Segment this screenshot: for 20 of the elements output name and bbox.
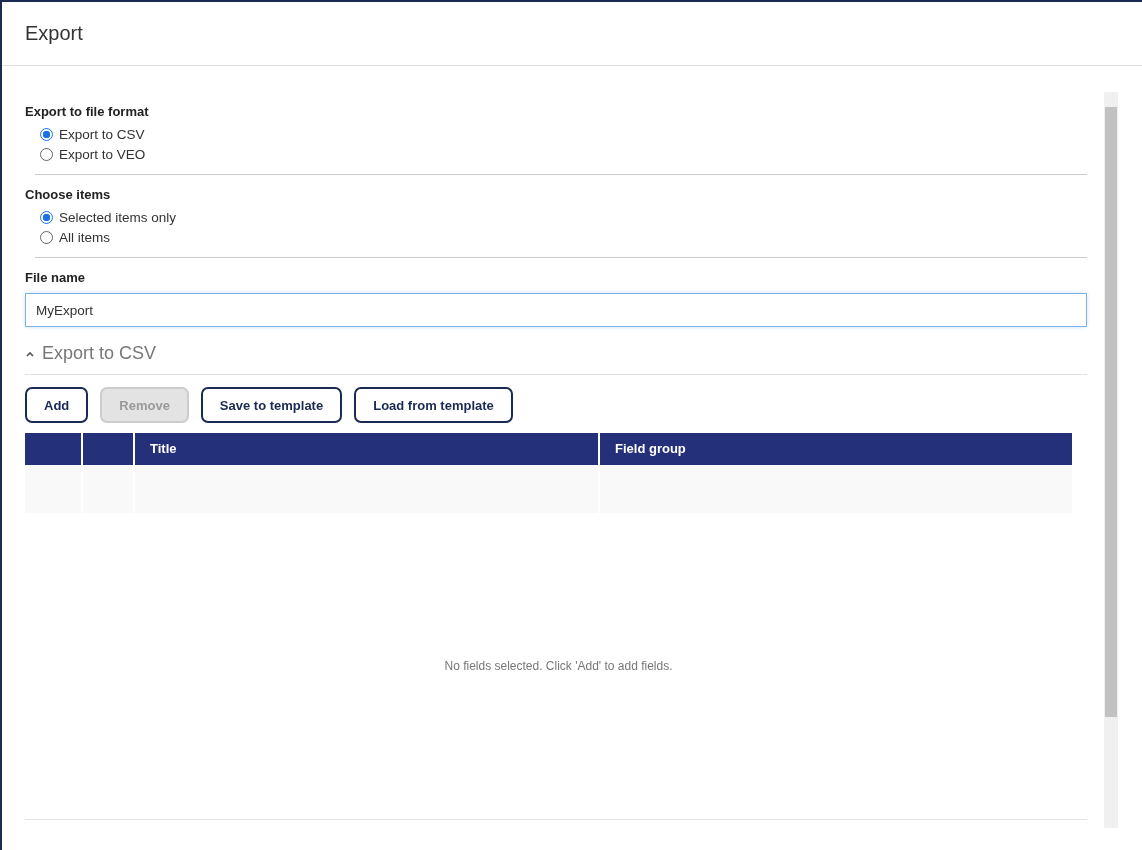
empty-message: No fields selected. Click 'Add' to add fields. (444, 659, 673, 673)
chevron-icon[interactable] (25, 349, 35, 358)
radio-option[interactable]: All items (40, 227, 110, 247)
radio-option[interactable]: Selected items only (40, 207, 177, 227)
group-label: Export to file format (25, 104, 150, 119)
group-label: Choose items (25, 187, 112, 202)
action-button[interactable]: Save to template (200, 387, 343, 423)
column-header (83, 433, 133, 465)
section-title: Export to CSV (42, 343, 157, 364)
action-button[interactable]: Load from template (354, 387, 513, 423)
radio-option[interactable]: Export to VEO (40, 144, 146, 164)
dialog-title: Export (25, 22, 83, 45)
radio-option[interactable]: Export to CSV (40, 124, 145, 144)
column-header (25, 433, 81, 465)
field-label: File name (25, 270, 86, 285)
column-header: Field group (600, 433, 1072, 465)
scrollbar[interactable] (1104, 92, 1118, 828)
column-header: Title (135, 433, 598, 465)
file-name-field[interactable]: MyExport (25, 293, 1087, 327)
action-button[interactable]: Add (25, 387, 89, 423)
